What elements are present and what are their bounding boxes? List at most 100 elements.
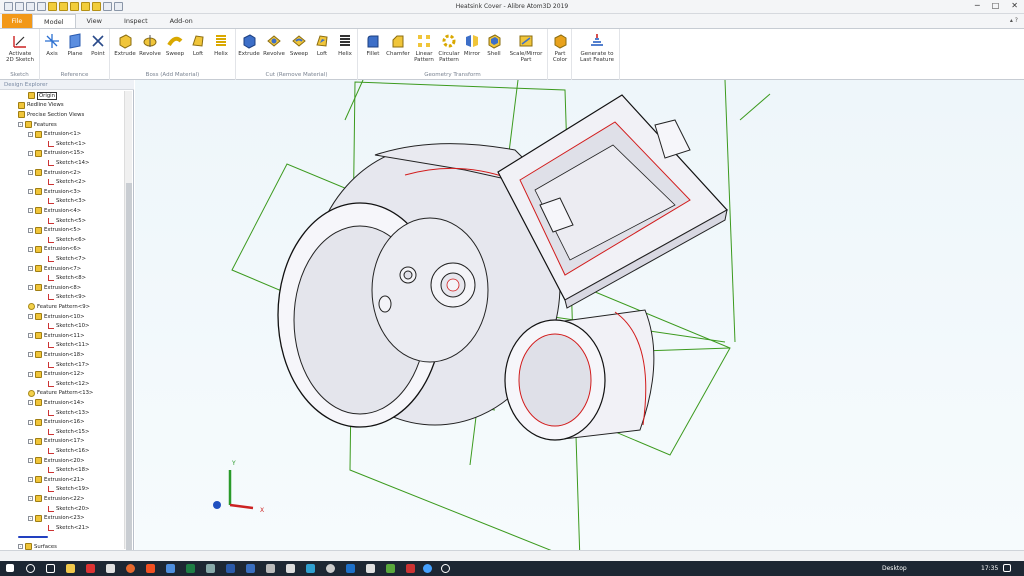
tree-item-extrusion[interactable]: - Extrusion<22> [28,494,85,504]
tree-item-sketch[interactable]: Sketch<7> [48,254,86,264]
tree-item[interactable]: - Features [18,120,57,130]
tab-model[interactable]: Model [32,14,76,28]
tree-expander-icon[interactable]: - [28,400,33,406]
tree-item-extrusion[interactable]: - Extrusion<10> [28,312,85,322]
tree-item-extrusion[interactable]: - Extrusion<8> [28,283,81,293]
tab-add-on[interactable]: Add-on [159,14,204,28]
linear-pattern-button[interactable]: Linear Pattern [412,33,436,63]
tree-item-extrusion[interactable]: - Extrusion<20> [28,456,85,466]
tree-item-sketch[interactable]: Sketch<20> [48,504,89,514]
part-color-button[interactable]: Part Color [550,33,570,63]
generate-to-last-feature-button[interactable]: Generate to Last Feature [576,33,618,63]
tree-item[interactable]: Feature Pattern<13> [28,389,93,399]
app-icon-grey-3[interactable] [366,564,375,573]
tree-item-extrusion[interactable]: - Extrusion<18> [28,350,85,360]
tree-expander-icon[interactable]: - [28,419,33,425]
shell-button[interactable]: Shell [484,33,504,57]
tree-item-extrusion[interactable]: - Extrusion<12> [28,369,85,379]
tree-expander-icon[interactable]: - [28,208,33,214]
cut-sweep-button[interactable]: Sweep [288,33,310,57]
tree-item-extrusion[interactable]: - Extrusion<15> [28,149,85,159]
app-icon-orange[interactable] [146,564,155,573]
boss-sweep-button[interactable]: Sweep [164,33,186,57]
clock[interactable]: 17:35 [981,565,998,572]
tree-item-extrusion[interactable]: - Extrusion<11> [28,331,85,341]
tree-expander-icon[interactable]: - [28,285,33,291]
tree-item-extrusion[interactable]: - Extrusion<14> [28,398,85,408]
notifications-icon[interactable] [1003,564,1011,572]
chamfer-button[interactable]: Chamfer [384,33,412,57]
tree-item-sketch[interactable]: Sketch<1> [48,139,86,149]
tree-item-extrusion[interactable]: - Extrusion<17> [28,437,85,447]
tree-item-extrusion[interactable]: - Extrusion<16> [28,417,85,427]
search-icon[interactable] [26,564,35,573]
app-icon-round[interactable] [326,564,335,573]
explorer-scrollbar[interactable] [124,91,132,550]
excel-icon[interactable] [186,564,195,573]
boss-loft-button[interactable]: Loft [188,33,208,57]
tree-item-extrusion[interactable]: - Extrusion<4> [28,206,81,216]
app-icon-blue[interactable] [166,564,175,573]
tree-item-extrusion[interactable]: - Extrusion<3> [28,187,81,197]
tree-item-sketch[interactable]: Sketch<6> [48,235,86,245]
tree-item-sketch[interactable]: Sketch<14> [48,158,89,168]
tree-expander-icon[interactable]: - [28,131,33,137]
app-icon-grey-2[interactable] [266,564,275,573]
tab-file[interactable]: File [2,14,32,28]
minimize-button[interactable]: ─ [975,1,980,10]
tree-expander-icon[interactable]: - [28,371,33,377]
tree-item-extrusion[interactable]: - Extrusion<2> [28,168,81,178]
3d-viewport[interactable]: Y X [135,79,1024,563]
point-button[interactable]: Point [88,33,108,57]
tab-view[interactable]: View [76,14,113,28]
app-icon-cyan[interactable] [306,564,315,573]
tree-item[interactable]: Redline Views [18,101,64,111]
cut-helix-button[interactable]: Helix [334,33,356,57]
tree-item-sketch[interactable]: Sketch<11> [48,341,89,351]
start-icon[interactable] [6,564,14,572]
app-icon-white[interactable] [286,564,295,573]
tree-item-extrusion[interactable]: - Extrusion<7> [28,264,81,274]
tree-expander-icon[interactable]: - [28,496,33,502]
cut-revolve-button[interactable]: Revolve [262,33,286,57]
tree-item-sketch[interactable]: Sketch<10> [48,321,89,331]
tree-expander-icon[interactable]: - [28,189,33,195]
file-explorer-icon[interactable] [66,564,75,573]
tree-expander-icon[interactable]: - [18,122,23,128]
tree-expander-icon[interactable]: - [28,333,33,339]
tree-item-sketch[interactable]: Sketch<15> [48,427,89,437]
app-icon-red-2[interactable] [406,564,415,573]
tree-item[interactable]: - Surfaces [18,542,57,550]
app-icon-green[interactable] [386,564,395,573]
close-button[interactable]: ✕ [1011,1,1018,10]
mirror-button[interactable]: Mirror [462,33,482,57]
axis-button[interactable]: Axis [42,33,62,57]
tree-expander-icon[interactable]: - [28,458,33,464]
tree-item-sketch[interactable]: Sketch<19> [48,485,89,495]
task-view-icon[interactable] [46,564,55,573]
tab-inspect[interactable]: Inspect [113,14,159,28]
tree-expander-icon[interactable]: - [28,515,33,521]
tree-item-sketch[interactable]: Sketch<8> [48,273,86,283]
tree-item[interactable]: Precise Section Views [18,110,84,120]
app-icon-grey[interactable] [106,564,115,573]
cut-loft-button[interactable]: Loft [312,33,332,57]
alibre-taskbar-icon[interactable] [423,564,432,573]
tree-item-extrusion[interactable]: - Extrusion<1> [28,129,81,139]
tree-item-sketch[interactable]: Sketch<16> [48,446,89,456]
tree-item-sketch[interactable]: Sketch<13> [48,408,89,418]
tree-expander-icon[interactable]: - [28,352,33,358]
tree-item-sketch[interactable]: Sketch<12> [48,379,89,389]
app-icon-blue-2[interactable] [246,564,255,573]
activate-2d-sketch-button[interactable]: Activate 2D Sketch [4,33,36,63]
tree-expander-icon[interactable]: - [28,227,33,233]
tree-expander-icon[interactable]: - [28,314,33,320]
tree-item-sketch[interactable]: Sketch<21> [48,523,89,533]
tree-expander-icon[interactable]: - [28,170,33,176]
boss-revolve-button[interactable]: Revolve [138,33,162,57]
fillet-button[interactable]: Fillet [362,33,384,57]
tree-expander-icon[interactable]: - [28,438,33,444]
tree-expander-icon[interactable]: - [28,266,33,272]
boss-helix-button[interactable]: Helix [210,33,232,57]
tree-item-extrusion[interactable]: - Extrusion<6> [28,245,81,255]
